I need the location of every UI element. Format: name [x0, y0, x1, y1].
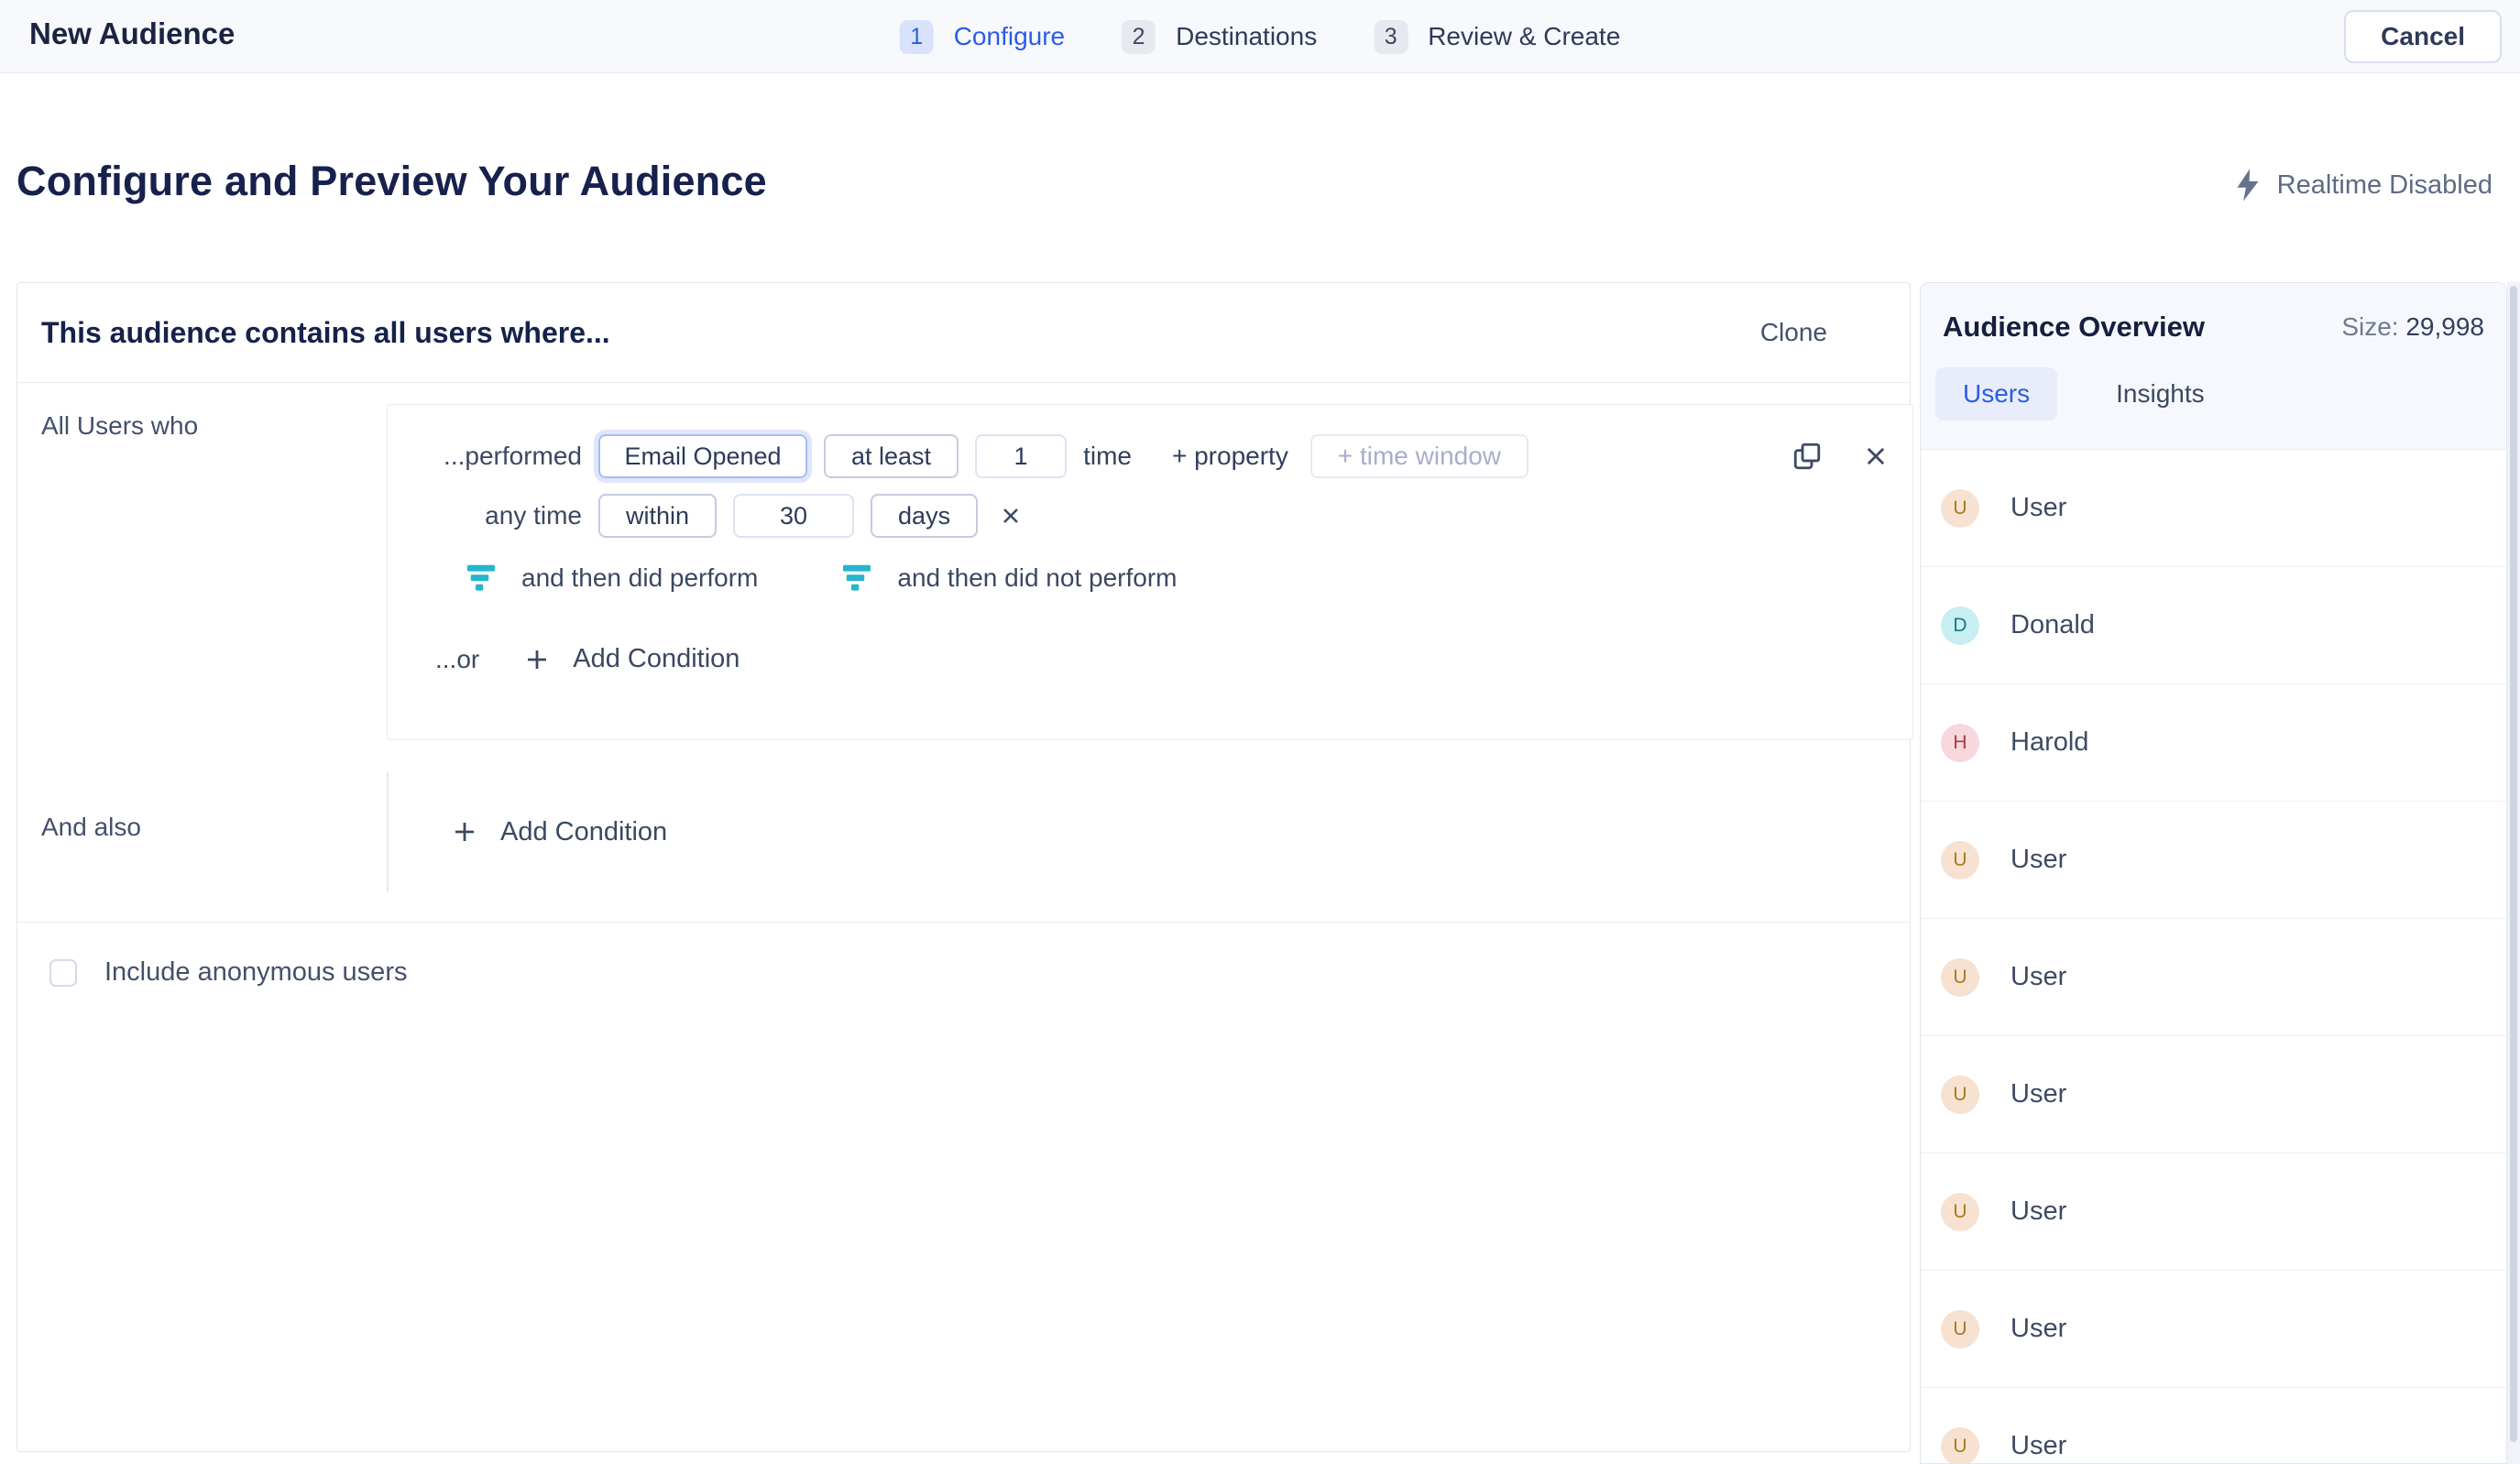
and-also-add-condition-button[interactable]: Add Condition [451, 817, 667, 847]
overview-panel-header: Audience Overview Size: 29,998 UsersInsi… [1921, 283, 2506, 450]
step-number-badge: 2 [1122, 20, 1156, 54]
user-name: Harold [2011, 727, 2088, 758]
size-label: Size: [2341, 312, 2398, 341]
add-property-button[interactable]: + property [1172, 442, 1288, 471]
duplicate-icon[interactable] [1791, 441, 1823, 472]
count-input[interactable] [975, 434, 1067, 478]
remove-condition-icon[interactable] [1863, 443, 1889, 469]
user-name: User [2011, 962, 2066, 992]
user-list-item[interactable]: U User [1921, 1388, 2506, 1464]
realtime-status-label: Realtime Disabled [2277, 170, 2493, 201]
overview-tab[interactable]: Insights [2088, 367, 2232, 421]
user-list-item[interactable]: D Donald [1921, 567, 2506, 684]
user-avatar: U [1941, 841, 1979, 879]
stepper-step[interactable]: 1 Configure [900, 20, 1065, 54]
remove-time-window-icon[interactable] [1000, 505, 1022, 527]
and-also-label: And also [41, 813, 141, 842]
condition-prefix: ...performed [406, 442, 582, 471]
user-list-item[interactable]: U User [1921, 1153, 2506, 1271]
lightning-bolt-icon [2234, 168, 2262, 202]
overview-tabs: Users Insights [1935, 367, 2232, 421]
count-suffix-label: time [1083, 442, 1132, 471]
sequence-links-row: and then did perform and then did not pe… [465, 563, 1889, 593]
user-name: User [2011, 493, 2066, 523]
operator-select[interactable]: at least [824, 434, 959, 478]
user-avatar: U [1941, 1193, 1979, 1231]
clone-button[interactable]: Clone [1760, 318, 1827, 347]
user-list-item[interactable]: U User [1921, 919, 2506, 1036]
window-title: New Audience [29, 16, 235, 51]
plus-icon [523, 646, 551, 673]
scrollbar-thumb[interactable] [2510, 286, 2517, 1442]
user-avatar: U [1941, 958, 1979, 997]
user-avatar: U [1941, 1427, 1979, 1464]
builder-card-title: This audience contains all users where..… [41, 316, 610, 350]
audience-size: Size: 29,998 [2341, 312, 2484, 342]
add-condition-button[interactable]: Add Condition [523, 644, 740, 674]
user-list-item[interactable]: U User [1921, 1036, 2506, 1153]
audience-builder-card: This audience contains all users where..… [16, 282, 1911, 1452]
page-title: Configure and Preview Your Audience [16, 158, 767, 205]
user-name: User [2011, 1079, 2066, 1109]
step-label: Configure [954, 22, 1065, 51]
user-avatar: D [1941, 606, 1979, 645]
sequence-link[interactable]: and then did not perform [840, 563, 1177, 593]
add-time-window-button[interactable]: + time window [1310, 434, 1528, 478]
and-also-group: Add Condition [387, 771, 1486, 892]
size-value: 29,998 [2405, 312, 2484, 341]
user-name: Donald [2011, 610, 2095, 640]
cancel-button[interactable]: Cancel [2344, 10, 2502, 63]
funnel-icon [840, 564, 873, 592]
sequence-link-label: and then did not perform [897, 563, 1177, 593]
user-list-item[interactable]: U User [1921, 802, 2506, 919]
time-amount-input[interactable] [733, 494, 854, 538]
condition-row-time: any time within days [406, 494, 1889, 538]
user-list-item[interactable]: U User [1921, 450, 2506, 567]
user-avatar: U [1941, 1076, 1979, 1114]
user-name: User [2011, 1196, 2066, 1227]
event-select-input[interactable] [598, 434, 807, 478]
step-number-badge: 1 [900, 20, 934, 54]
step-label: Review & Create [1428, 22, 1620, 51]
time-unit-select[interactable]: days [871, 494, 978, 538]
plus-icon [451, 818, 478, 846]
or-add-condition-row: ...or Add Condition [435, 644, 1889, 674]
step-number-badge: 3 [1374, 20, 1408, 54]
user-avatar: H [1941, 724, 1979, 762]
overview-tab[interactable]: Users [1935, 367, 2057, 421]
step-label: Destinations [1176, 22, 1317, 51]
sequence-link[interactable]: and then did perform [465, 563, 758, 593]
time-prefix: any time [406, 501, 582, 530]
scrollbar-track [2507, 282, 2520, 1464]
user-list-item[interactable]: U User [1921, 1271, 2506, 1388]
user-avatar: U [1941, 1310, 1979, 1349]
user-avatar: U [1941, 489, 1979, 528]
user-name: User [2011, 845, 2066, 875]
include-anonymous-label: Include anonymous users [104, 957, 407, 988]
stepper-step[interactable]: 3 Review & Create [1374, 20, 1620, 54]
condition-row-event: ...performed at least time + property + … [406, 434, 1889, 478]
stepper: 1 Configure 2 Destinations 3 Review & Cr… [900, 0, 1621, 73]
condition-row-actions [1791, 441, 1889, 472]
include-anonymous-checkbox[interactable] [49, 959, 77, 987]
group-label-all-users-who: All Users who [41, 411, 198, 441]
condition-group: ...performed at least time + property + … [387, 404, 1913, 740]
user-list: U User D Donald H Harold U User U User U… [1921, 450, 2506, 1464]
anonymous-users-row: Include anonymous users [17, 922, 1910, 988]
user-name: User [2011, 1431, 2066, 1461]
funnel-icon [465, 564, 498, 592]
audience-overview-panel: Audience Overview Size: 29,998 UsersInsi… [1920, 282, 2507, 1464]
user-name: User [2011, 1314, 2066, 1344]
or-label: ...or [435, 645, 479, 674]
realtime-status: Realtime Disabled [2234, 168, 2493, 202]
stepper-step[interactable]: 2 Destinations [1122, 20, 1317, 54]
sequence-link-label: and then did perform [521, 563, 758, 593]
builder-card-header: This audience contains all users where..… [17, 283, 1910, 383]
user-list-item[interactable]: H Harold [1921, 684, 2506, 802]
top-bar: New Audience 1 Configure 2 Destinations … [0, 0, 2520, 73]
within-select[interactable]: within [598, 494, 717, 538]
